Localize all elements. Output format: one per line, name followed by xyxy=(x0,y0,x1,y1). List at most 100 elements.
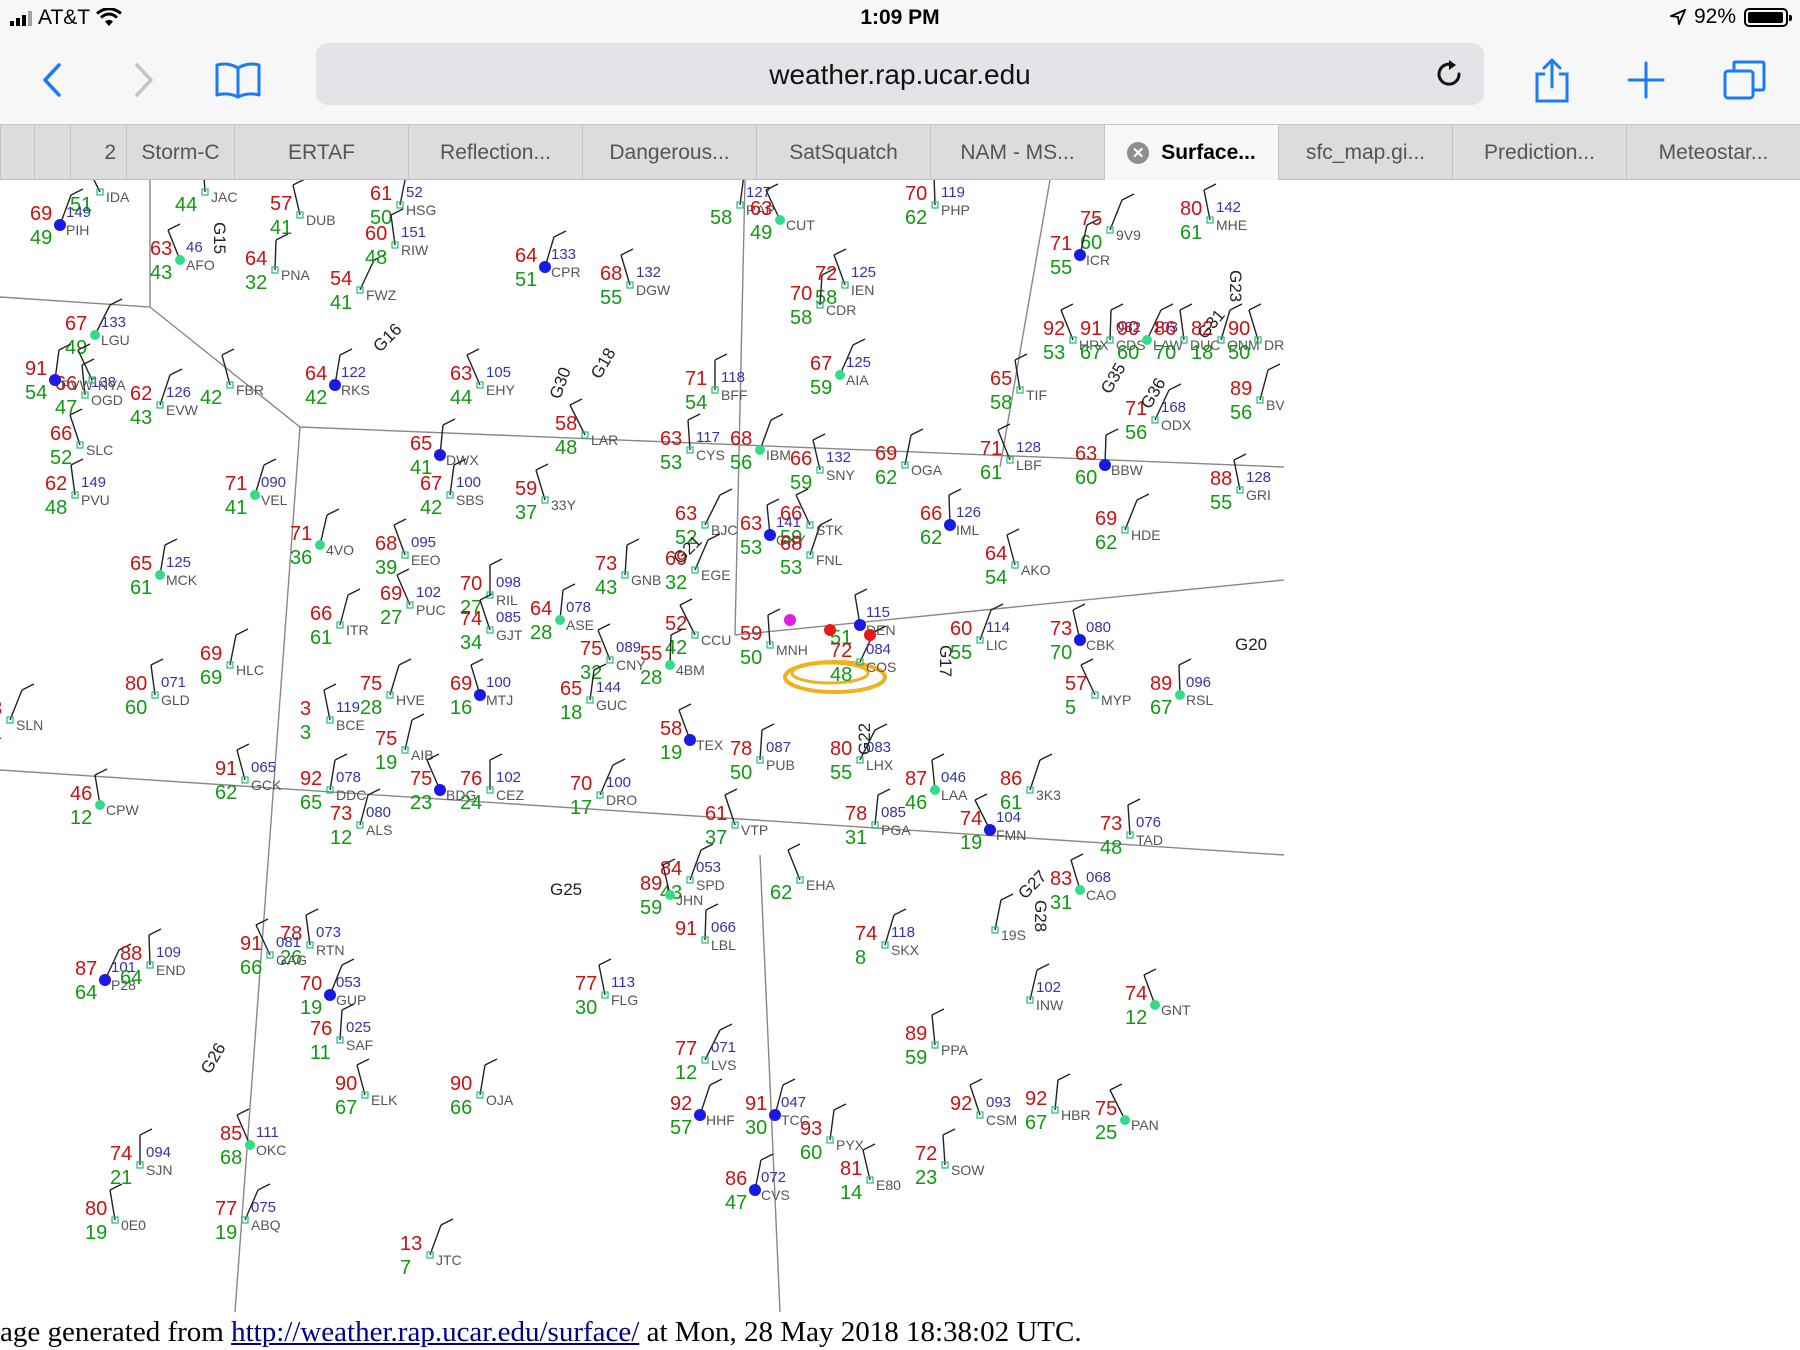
station-pressure: 075 xyxy=(251,1199,276,1216)
tab-10[interactable]: Prediction... xyxy=(1452,125,1626,180)
station-marker-clear xyxy=(555,615,565,625)
wind-barb-flag xyxy=(466,348,480,356)
station-plot: 6343 46AFO xyxy=(150,223,215,284)
wind-barb xyxy=(767,614,771,646)
wind-barb-flag xyxy=(440,1218,454,1226)
wind-barb xyxy=(787,849,801,881)
station-pressure: 142 xyxy=(1216,199,1241,216)
station-id: RKS xyxy=(341,382,370,398)
tab-1[interactable]: 2 xyxy=(70,125,126,180)
wind-barb xyxy=(759,729,763,761)
wind-barb-flag xyxy=(411,713,425,721)
station-dewpoint: 19 xyxy=(215,1222,237,1244)
station-dewpoint: 64 xyxy=(120,967,142,989)
wind-barb-flag xyxy=(620,248,634,256)
station-plot: 7624 102CEZ xyxy=(460,753,524,814)
station-temperature: 67 xyxy=(810,353,832,375)
forward-button[interactable] xyxy=(116,52,172,108)
station-plot: 6243 126EVW xyxy=(130,368,199,429)
station-dewpoint: 51 xyxy=(515,269,537,291)
tab-edge-2[interactable] xyxy=(34,125,70,180)
station-dewpoint: 50 xyxy=(1228,342,1250,364)
tab-11[interactable]: Meteostar... xyxy=(1626,125,1800,180)
station-temperature: 91 xyxy=(745,1093,767,1115)
station-plot: 8060 071GLD xyxy=(125,658,190,719)
station-dewpoint: 60 xyxy=(1075,467,1097,489)
station-id: EHA xyxy=(806,877,835,893)
wind-barb-flag xyxy=(877,788,891,796)
station-id: GNT xyxy=(1161,1002,1191,1018)
station-plot: 6962 HDE xyxy=(1095,493,1161,554)
surface-map-image[interactable]: 51 IDA 44 JAC 69 49 149 PIH 57 41 DUB 61 50 52 HSG 63 43… xyxy=(0,180,1284,1312)
tabs-overview-button[interactable] xyxy=(1716,52,1772,108)
wind-barb-flag xyxy=(339,348,353,356)
station-plot: 5848 LAR xyxy=(555,398,618,459)
station-id: CAO xyxy=(1086,887,1116,903)
station-plot: 137 JTC xyxy=(400,1218,462,1279)
station-plot: 6518 144GUC xyxy=(560,663,627,724)
station-dewpoint: 23 xyxy=(915,1167,937,1189)
station-plot: 91 066LBL xyxy=(675,903,736,953)
back-button[interactable] xyxy=(24,52,80,108)
station-temperature: 75 xyxy=(580,638,602,660)
share-button[interactable] xyxy=(1524,52,1580,108)
tab-6[interactable]: SatSquatch xyxy=(756,125,930,180)
address-bar[interactable]: weather.rap.ucar.edu xyxy=(316,43,1484,105)
station-dewpoint: 54 xyxy=(985,567,1007,589)
new-tab-button[interactable] xyxy=(1618,52,1674,108)
tab-2[interactable]: Storm-C xyxy=(126,125,234,180)
wind-barb xyxy=(994,899,1002,931)
wind-barb-flag xyxy=(535,463,549,471)
station-plot: 7421 094SJN xyxy=(110,1128,172,1189)
bookmarks-button[interactable] xyxy=(210,52,266,108)
tab-5[interactable]: Dangerous... xyxy=(582,125,756,180)
reload-icon[interactable] xyxy=(1432,57,1466,91)
wind-barb xyxy=(274,239,277,271)
tab-9[interactable]: sfc_map.gi... xyxy=(1278,125,1452,180)
tab-4[interactable]: Reflection... xyxy=(408,125,582,180)
station-temperature: 65 xyxy=(560,678,582,700)
station-id: HHF xyxy=(706,1112,735,1128)
station-pressure: 126 xyxy=(956,504,981,521)
station-plot: 6442 122RKS xyxy=(305,348,370,409)
gust-label: G20 xyxy=(1235,635,1267,654)
wind-barb-flag xyxy=(598,958,612,966)
tab-3[interactable]: ERTAF xyxy=(234,125,408,180)
station-id: MCK xyxy=(166,572,198,588)
station-id: PHP xyxy=(941,202,970,218)
station-dewpoint: 48 xyxy=(45,497,67,519)
station-dewpoint: 25 xyxy=(1095,1122,1117,1144)
station-dewpoint: 59 xyxy=(640,897,662,919)
station-marker-cloudy xyxy=(749,1184,761,1196)
wind-barb-flag xyxy=(139,1128,153,1136)
wind-barb-flag xyxy=(393,518,407,526)
station-temperature: 71 xyxy=(225,473,247,495)
station-plot: 7412 GNT xyxy=(1125,968,1191,1029)
wind-barb-flag xyxy=(893,908,907,916)
station-marker-cloudy xyxy=(99,974,111,986)
station-pressure: 093 xyxy=(986,1094,1011,1111)
station-temperature: 92 xyxy=(1043,318,1065,340)
station-pressure: 096 xyxy=(1186,674,1211,691)
station-pressure: 144 xyxy=(596,679,621,696)
station-temperature: 64 xyxy=(305,363,327,385)
tab-7[interactable]: NAM - MS... xyxy=(930,125,1104,180)
station-marker-cloudy xyxy=(984,824,996,836)
tab-active[interactable]: ✕ Surface... xyxy=(1104,125,1278,180)
station-dewpoint: 50 xyxy=(740,647,762,669)
wind-barb xyxy=(1109,199,1123,231)
station-id: JHN xyxy=(676,892,703,908)
wind-barb-flag xyxy=(1072,603,1086,611)
station-temperature: 69 xyxy=(450,673,472,695)
wind-barb xyxy=(1029,759,1041,791)
footer-link[interactable]: http://weather.rap.ucar.edu/surface/ xyxy=(231,1316,639,1348)
tab-edge[interactable] xyxy=(0,125,34,180)
wind-barb xyxy=(704,909,707,941)
close-icon[interactable]: ✕ xyxy=(1127,141,1150,164)
wind-barb-flag xyxy=(1006,528,1020,536)
station-plot: 102INW xyxy=(1026,963,1064,1013)
station-temperature: 61 xyxy=(705,803,727,825)
station-temperature: 65 xyxy=(990,368,1012,390)
station-marker-cloudy xyxy=(854,619,866,631)
station-id: PUC xyxy=(416,602,446,618)
